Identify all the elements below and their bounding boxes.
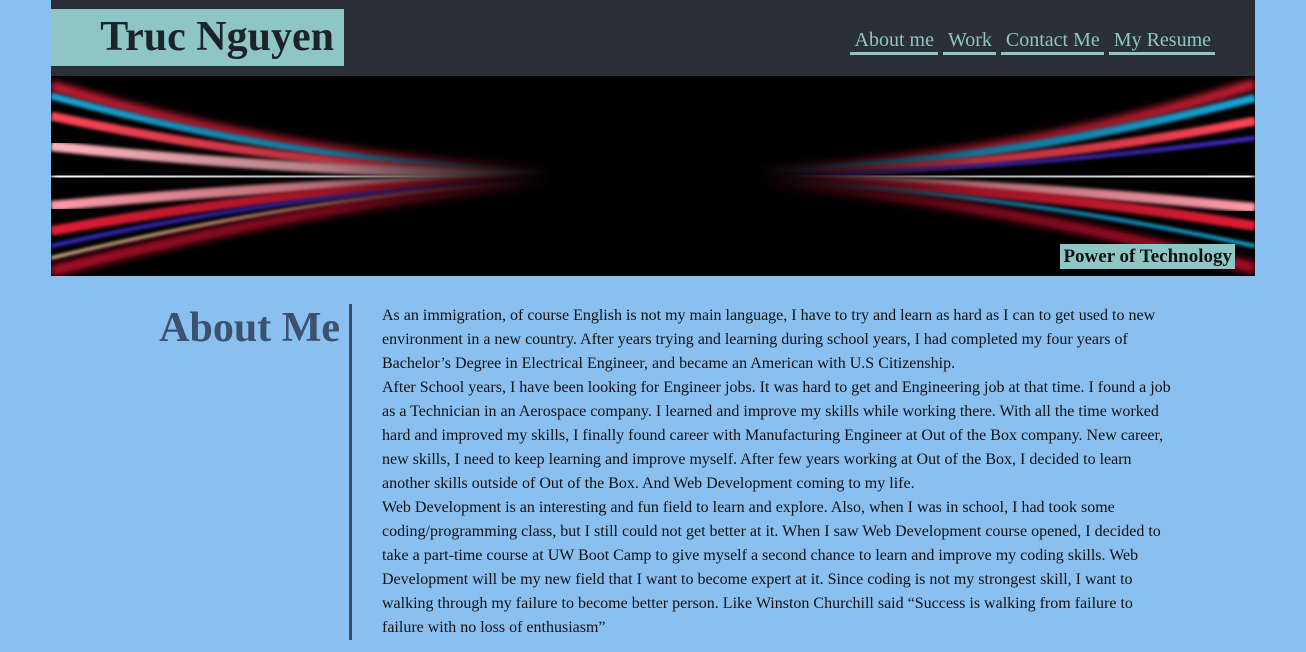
nav-link-work[interactable]: Work [942,28,996,55]
about-paragraph-1: As an immigration, of course English is … [382,307,1156,372]
hero-banner: Power of Technology [51,76,1255,276]
about-body: As an immigration, of course English is … [382,304,1172,640]
about-paragraph-2: After School years, I have been looking … [382,379,1171,492]
site-title: Truc Nguyen [100,14,334,60]
main-nav: About me Work Contact Me My Resume [849,28,1215,55]
page: Truc Nguyen About me Work Contact Me My … [0,0,1306,652]
nav-link-about-me[interactable]: About me [849,28,938,55]
nav-link-contact-me[interactable]: Contact Me [1000,28,1104,55]
vertical-divider [349,304,352,640]
about-paragraph-3: Web Development is an interesting and fu… [382,499,1161,636]
hero-caption: Power of Technology [1060,244,1235,269]
brand-block: Truc Nguyen [51,9,344,66]
nav-link-my-resume[interactable]: My Resume [1108,28,1215,55]
about-heading: About Me [159,305,340,351]
site-header: Truc Nguyen About me Work Contact Me My … [51,0,1255,76]
